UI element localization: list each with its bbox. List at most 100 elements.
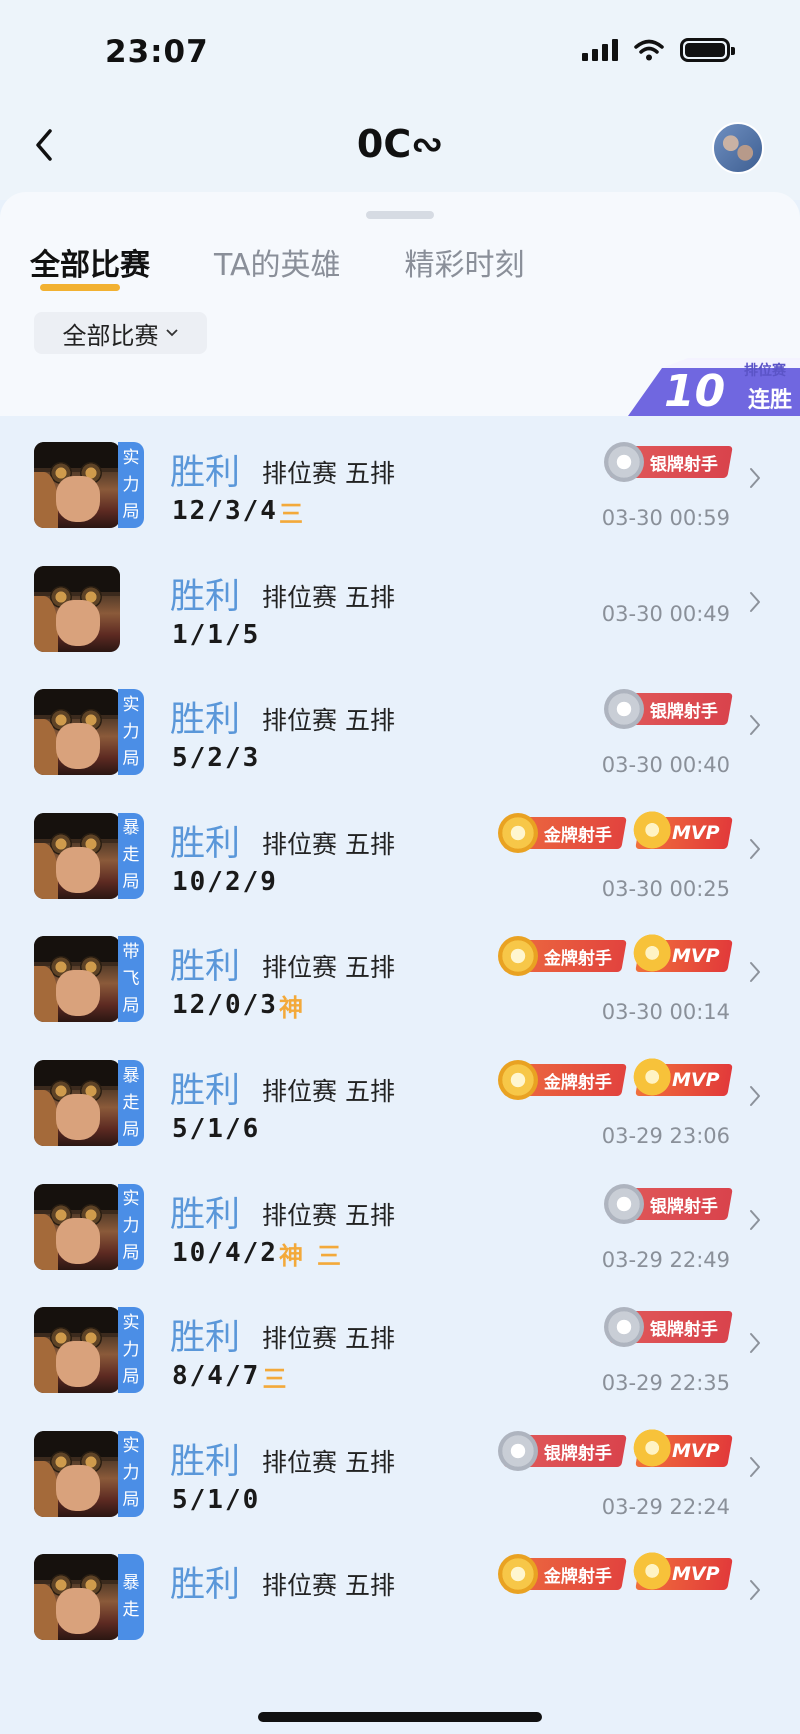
active-tab-indicator xyxy=(40,284,120,291)
match-row[interactable]: 暴走局胜利 排位赛 五排 5/1/6 金牌射手 MVP 03-29 23:06 xyxy=(0,1034,800,1171)
match-kda: 5/2/3 xyxy=(172,743,261,774)
achievement-mark: 神 xyxy=(279,994,303,1023)
match-result: 胜利 xyxy=(170,947,241,988)
win-streak-badge: 排位赛 10 连胜 xyxy=(628,358,800,417)
match-tag: 实力局 xyxy=(118,442,144,528)
achievement-marks: 三 xyxy=(279,494,303,529)
match-time: 03-29 22:24 xyxy=(601,1494,730,1519)
hero-portrait xyxy=(34,689,120,776)
medal-icon xyxy=(498,1430,538,1471)
match-mode: 排位赛 五排 xyxy=(262,1324,395,1354)
match-badges: 银牌射手 MVP xyxy=(498,1428,733,1471)
match-mode: 排位赛 五排 xyxy=(262,953,395,983)
medal-icon xyxy=(498,1060,538,1100)
match-result: 胜利 xyxy=(170,700,241,741)
match-tag: 实力局 xyxy=(118,1430,144,1517)
medal-icon xyxy=(604,442,644,482)
hero-portrait xyxy=(34,1554,120,1641)
match-row[interactable]: 实力局胜利 排位赛 五排 12/3/4 三银牌射手 03-30 00:59 xyxy=(0,416,800,553)
tab-bar: 全部比赛 TA的英雄 精彩时刻 xyxy=(30,240,525,284)
match-kda: 8/4/7 xyxy=(172,1361,261,1392)
match-tag-char: 暴 xyxy=(122,1065,140,1086)
match-kda: 5/1/0 xyxy=(172,1484,261,1515)
medal-badge: 金牌射手 xyxy=(498,1554,627,1595)
hero-portrait xyxy=(34,1060,120,1146)
match-filter-dropdown[interactable]: 全部比赛 xyxy=(34,312,207,354)
avatar[interactable] xyxy=(712,122,764,174)
match-row[interactable]: 带飞局胜利 排位赛 五排 12/0/3 神金牌射手 MVP 03-30 00:14 xyxy=(0,910,800,1047)
tab-highlights[interactable]: 精彩时刻 xyxy=(405,240,525,284)
match-badges: 银牌射手 xyxy=(604,1183,733,1224)
hero-portrait xyxy=(34,442,120,528)
chevron-right-icon xyxy=(750,468,760,488)
match-badges: 银牌射手 xyxy=(604,442,733,482)
mvp-label: MVP xyxy=(672,1563,720,1586)
match-kda: 12/0/3 xyxy=(172,990,278,1021)
match-row[interactable]: 暴走胜利 排位赛 五排 金牌射手 MVP xyxy=(0,1528,800,1665)
streak-mode: 排位赛 xyxy=(744,363,786,379)
match-row[interactable]: 胜利 排位赛 五排 1/1/5 03-30 00:49 xyxy=(0,540,800,677)
streak-label: 连胜 xyxy=(747,388,792,413)
match-kda: 5/1/6 xyxy=(172,1114,261,1144)
match-kda: 1/1/5 xyxy=(172,619,261,650)
match-row[interactable]: 实力局胜利 排位赛 五排 8/4/7 三银牌射手 03-29 22:35 xyxy=(0,1281,800,1418)
trophy-icon xyxy=(632,1058,673,1100)
match-mode: 排位赛 五排 xyxy=(262,1200,395,1230)
page-title: 0C∾ xyxy=(356,122,444,166)
match-result: 胜利 xyxy=(170,1441,241,1482)
match-mode: 排位赛 五排 xyxy=(262,582,395,612)
chevron-right-icon xyxy=(750,1580,760,1601)
match-tag: 实力局 xyxy=(118,1183,144,1270)
match-mode: 排位赛 五排 xyxy=(262,459,395,488)
match-time: 03-29 22:35 xyxy=(601,1371,730,1396)
match-tag-char: 力 xyxy=(122,1216,140,1237)
match-tag: 实力局 xyxy=(118,689,144,776)
chevron-down-icon xyxy=(165,329,178,337)
match-time: 03-30 00:14 xyxy=(601,1000,730,1025)
match-tag-char: 走 xyxy=(122,1600,140,1621)
mvp-badge: MVP xyxy=(632,1428,733,1471)
match-tag-char: 局 xyxy=(122,995,140,1016)
match-time: 03-29 22:49 xyxy=(601,1247,730,1272)
achievement-marks: 神 xyxy=(279,988,303,1023)
match-tag-char: 暴 xyxy=(122,1573,140,1594)
match-tag-char: 暴 xyxy=(122,818,140,839)
match-row[interactable]: 实力局胜利 排位赛 五排 10/4/2 神三银牌射手 03-29 22:49 xyxy=(0,1158,800,1295)
sheet-handle[interactable] xyxy=(366,211,434,219)
tab-heroes[interactable]: TA的英雄 xyxy=(214,240,341,284)
match-result: 胜利 xyxy=(170,1565,241,1606)
match-kda: 10/4/2 xyxy=(172,1237,278,1268)
match-row[interactable]: 实力局胜利 排位赛 五排 5/2/3 银牌射手 03-30 00:40 xyxy=(0,663,800,800)
battery-icon xyxy=(680,38,735,62)
achievement-mark: 三 xyxy=(262,1365,287,1394)
match-tag-char: 局 xyxy=(122,501,140,522)
status-time: 23:07 xyxy=(105,34,209,70)
filter-label: 全部比赛 xyxy=(62,321,159,350)
match-badges: 银牌射手 xyxy=(604,689,733,730)
medal-label: 金牌射手 xyxy=(544,1566,612,1587)
header-area xyxy=(0,0,800,200)
match-badges: 金牌射手 MVP xyxy=(498,810,733,853)
hero-portrait xyxy=(34,1307,120,1394)
hero-portrait xyxy=(34,1183,120,1270)
match-tag-char: 局 xyxy=(122,1243,140,1264)
medal-badge: 银牌射手 xyxy=(498,1430,627,1471)
medal-icon xyxy=(604,1307,644,1348)
chevron-right-icon xyxy=(750,962,760,983)
hero-portrait xyxy=(34,812,120,899)
match-badges: 金牌射手 MVP xyxy=(498,934,733,977)
match-kda: 12/3/4 xyxy=(172,496,278,526)
hero-portrait xyxy=(34,565,120,652)
match-tag-char: 实 xyxy=(122,447,140,468)
match-mode: 排位赛 五排 xyxy=(262,1077,395,1106)
match-row[interactable]: 暴走局胜利 排位赛 五排 10/2/9 金牌射手 MVP 03-30 00:25 xyxy=(0,787,800,924)
match-tag-char: 实 xyxy=(122,694,140,715)
tab-all-matches[interactable]: 全部比赛 xyxy=(30,240,150,284)
mvp-badge: MVP xyxy=(632,810,733,853)
cellular-signal-icon xyxy=(582,39,618,61)
achievement-mark: 三 xyxy=(279,500,303,528)
mvp-badge: MVP xyxy=(632,1552,733,1595)
mvp-label: MVP xyxy=(672,1069,720,1091)
match-row[interactable]: 实力局胜利 排位赛 五排 5/1/0 银牌射手 MVP 03-29 22:24 xyxy=(0,1405,800,1542)
medal-icon xyxy=(604,689,644,730)
